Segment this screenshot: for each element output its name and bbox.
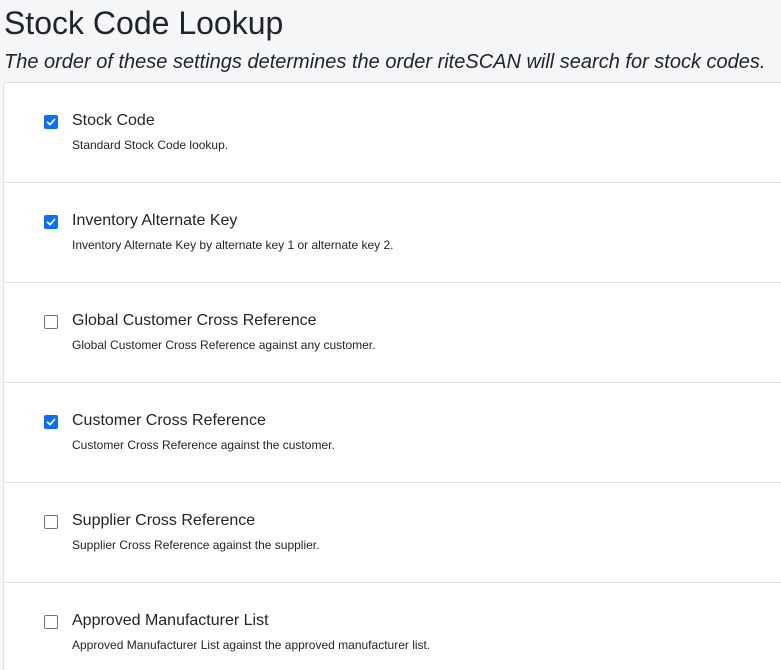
inventory-alternate-key-label: Inventory Alternate Key [72, 212, 238, 229]
checkmark-icon [46, 218, 56, 226]
setting-row-approved-manufacturer-list: Approved Manufacturer List Approved Manu… [4, 583, 781, 670]
inventory-alternate-key-checkbox[interactable] [44, 215, 58, 229]
approved-manufacturer-list-description: Approved Manufacturer List against the a… [72, 638, 431, 652]
setting-row-supplier-cross-reference: Supplier Cross Reference Supplier Cross … [4, 483, 781, 583]
page: Stock Code Lookup The order of these set… [0, 0, 781, 670]
inventory-alternate-key-description: Inventory Alternate Key by alternate key… [72, 238, 394, 252]
setting-row-global-customer-cross-reference: Global Customer Cross Reference Global C… [4, 283, 781, 383]
customer-cross-reference-checkbox[interactable] [44, 415, 58, 429]
approved-manufacturer-list-checkbox[interactable] [44, 615, 58, 629]
setting-row-customer-cross-reference: Customer Cross Reference Customer Cross … [4, 383, 781, 483]
global-customer-cross-reference-checkbox[interactable] [44, 315, 58, 329]
customer-cross-reference-description: Customer Cross Reference against the cus… [72, 438, 335, 452]
global-customer-cross-reference-description: Global Customer Cross Reference against … [72, 338, 376, 352]
stock-code-checkbox[interactable] [44, 115, 58, 129]
customer-cross-reference-label: Customer Cross Reference [72, 412, 266, 429]
checkmark-icon [46, 118, 56, 126]
supplier-cross-reference-description: Supplier Cross Reference against the sup… [72, 538, 320, 552]
checkmark-icon [46, 418, 56, 426]
setting-row-stock-code: Stock Code Standard Stock Code lookup. [4, 83, 781, 183]
global-customer-cross-reference-label: Global Customer Cross Reference [72, 312, 317, 329]
settings-list: Stock Code Standard Stock Code lookup. I… [3, 82, 781, 670]
page-title: Stock Code Lookup [4, 5, 284, 41]
approved-manufacturer-list-label: Approved Manufacturer List [72, 612, 269, 629]
stock-code-description: Standard Stock Code lookup. [72, 138, 229, 152]
stock-code-label: Stock Code [72, 112, 155, 129]
supplier-cross-reference-label: Supplier Cross Reference [72, 512, 256, 529]
page-subtitle: The order of these settings determines t… [4, 51, 766, 73]
setting-row-inventory-alternate-key: Inventory Alternate Key Inventory Altern… [4, 183, 781, 283]
supplier-cross-reference-checkbox[interactable] [44, 515, 58, 529]
